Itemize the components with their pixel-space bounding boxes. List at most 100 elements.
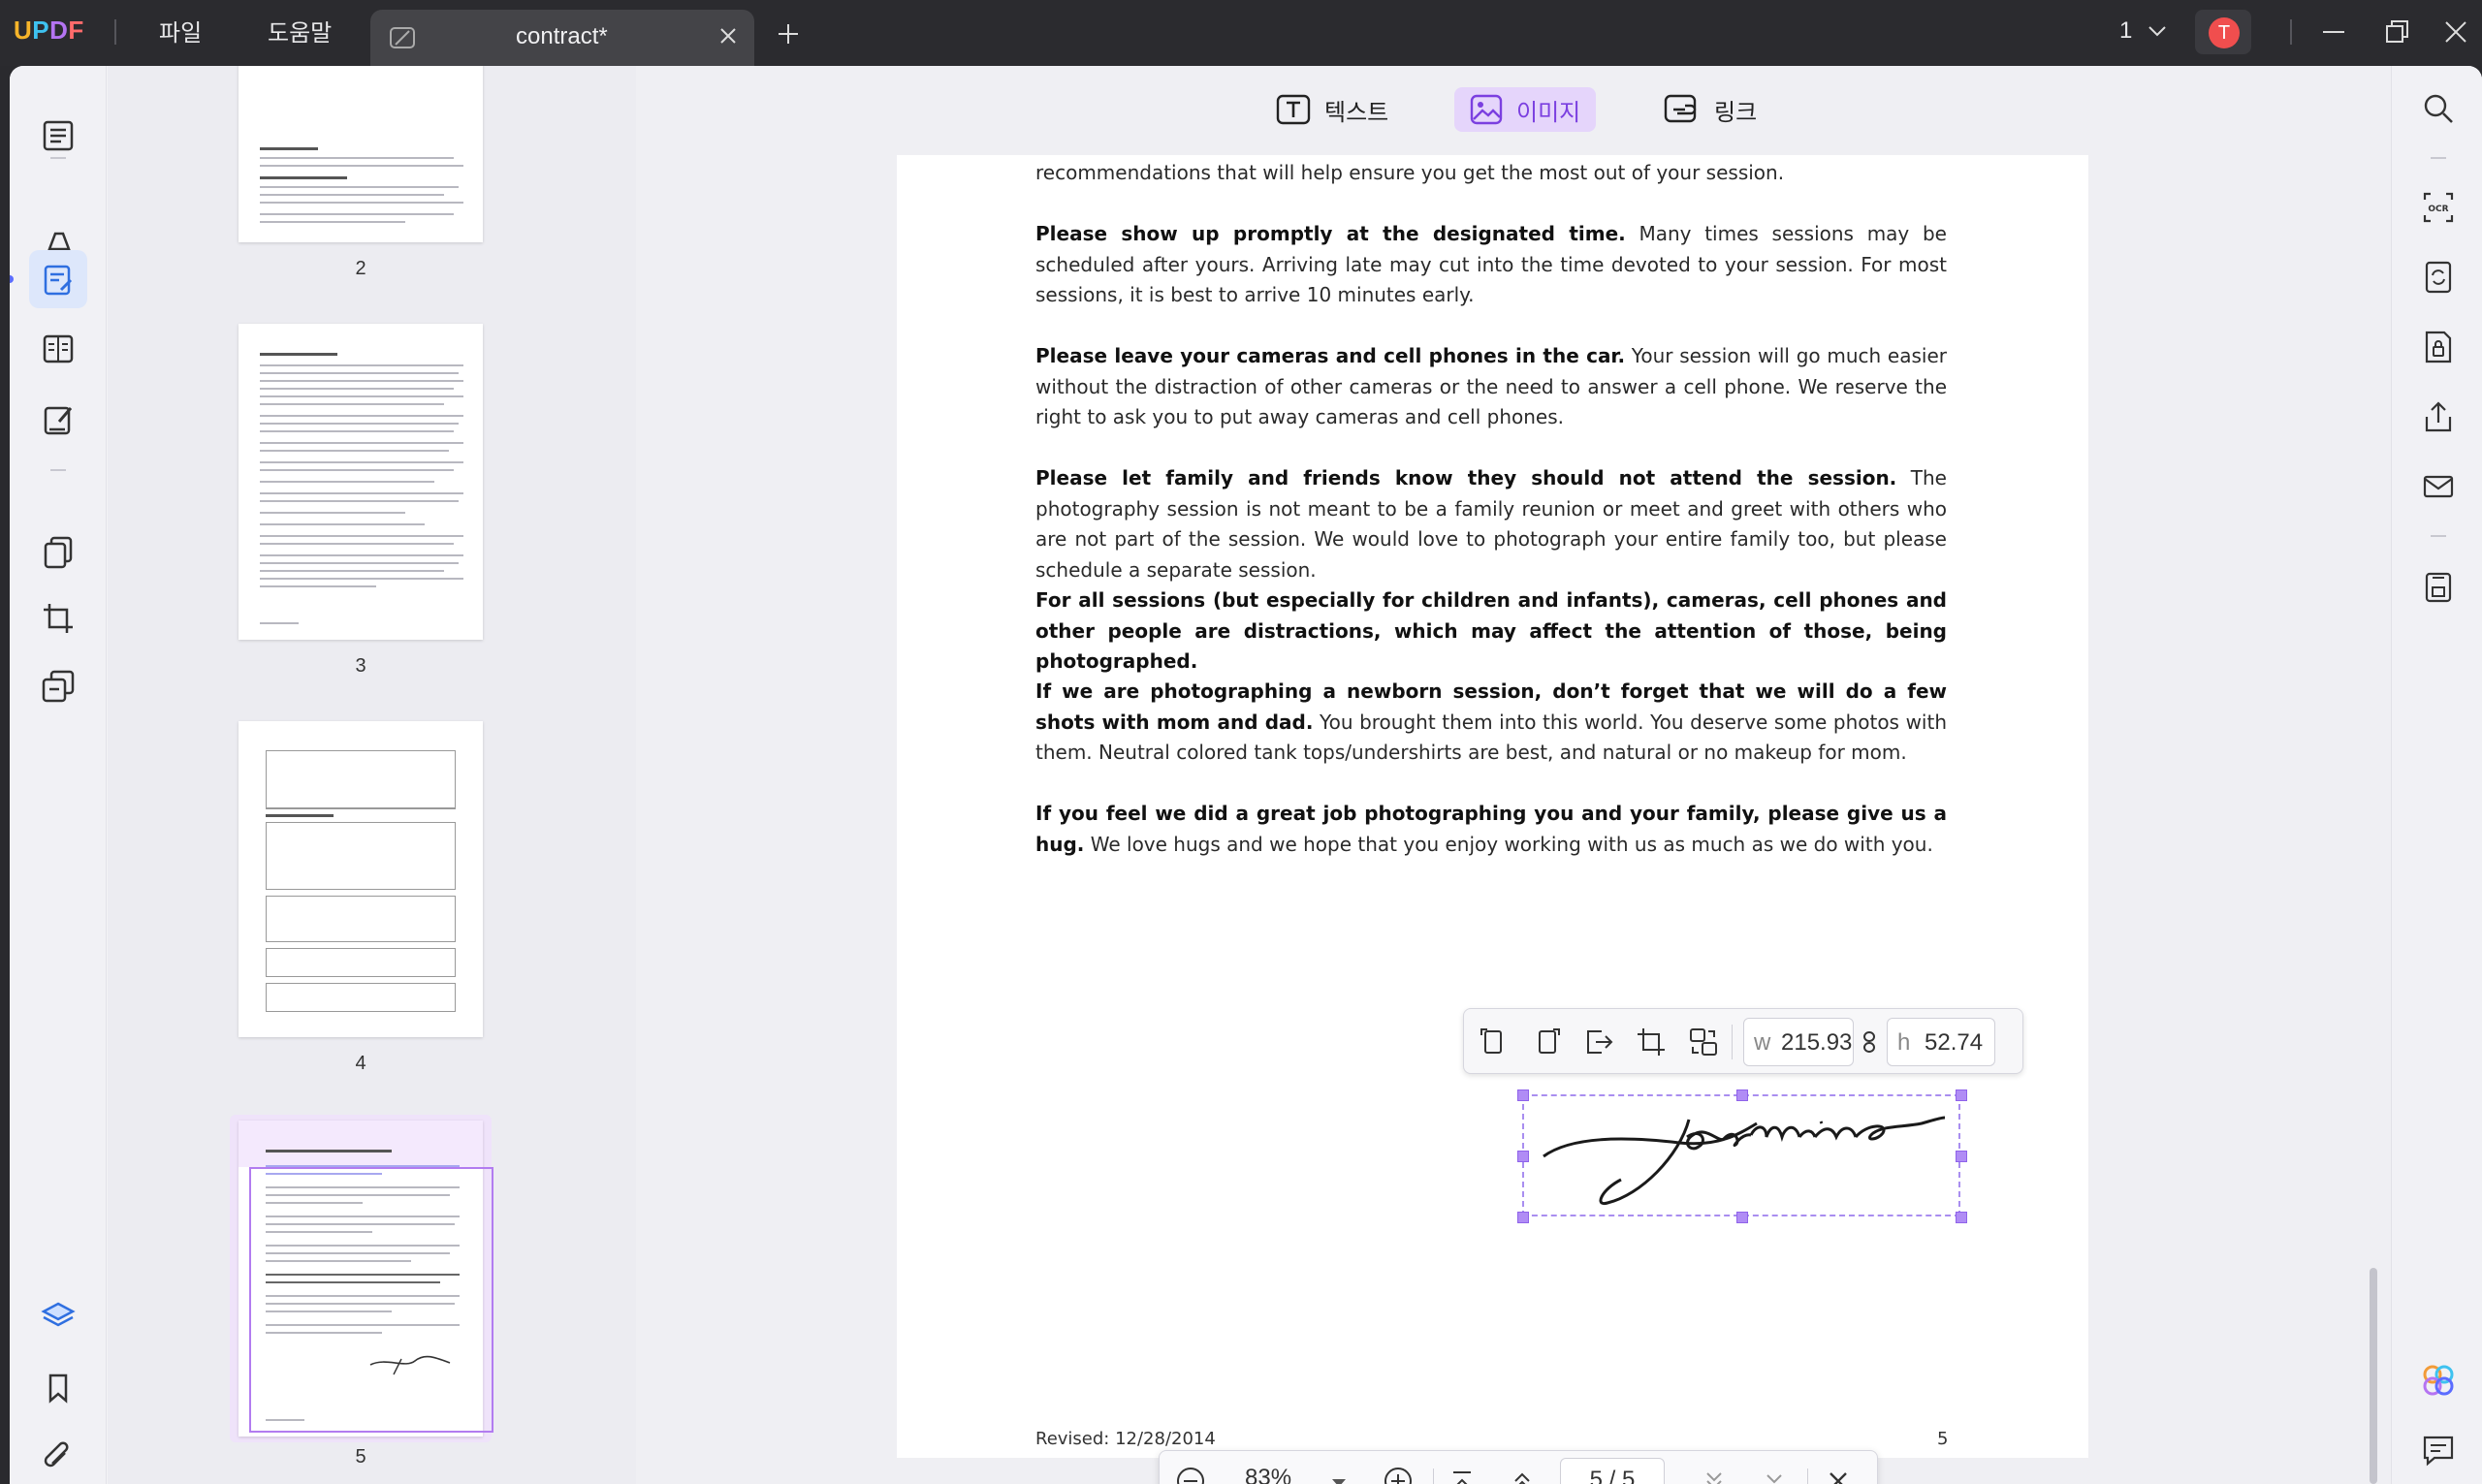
restore-icon[interactable]	[2383, 17, 2412, 50]
add-image-button[interactable]: 이미지	[1454, 87, 1597, 132]
form-button[interactable]	[29, 390, 87, 448]
resize-handle[interactable]	[1517, 1089, 1529, 1101]
svg-text:OCR: OCR	[2428, 205, 2448, 214]
user-avatar-button[interactable]: T	[2195, 10, 2251, 54]
layers-button[interactable]	[29, 1287, 87, 1345]
ocr-icon[interactable]: OCR	[2419, 188, 2458, 227]
convert-icon[interactable]	[2419, 258, 2458, 297]
window-count[interactable]: 1	[2119, 17, 2132, 45]
resize-handle[interactable]	[1956, 1151, 1967, 1162]
rotate-left-icon[interactable]	[1478, 1026, 1511, 1062]
thumbnail-number: 5	[355, 1446, 366, 1468]
close-window-icon[interactable]	[2441, 17, 2470, 50]
thumbnail-page[interactable]	[239, 66, 483, 242]
lock-aspect-icon[interactable]	[1860, 1026, 1879, 1062]
paperclip-icon	[44, 1441, 69, 1468]
minimize-icon[interactable]	[2319, 17, 2348, 50]
zoom-level[interactable]: 83%	[1245, 1465, 1291, 1484]
chevron-down-icon[interactable]	[2147, 23, 2168, 42]
edit-mode-button[interactable]	[29, 250, 87, 308]
add-tab-icon[interactable]	[776, 21, 801, 50]
title-separator	[114, 19, 116, 45]
close-tab-icon[interactable]	[717, 25, 739, 50]
width-field[interactable]: w 215.93	[1743, 1018, 1854, 1066]
signature-thumbnail-icon	[369, 1355, 451, 1375]
attachments-button[interactable]	[29, 1429, 87, 1484]
height-label: h	[1897, 1029, 1911, 1056]
paragraph-heading: Please let family and friends know they …	[1035, 466, 1897, 489]
reader-mode-button[interactable]	[29, 107, 87, 165]
footer-page-number: 5	[1937, 1429, 1949, 1449]
title-separator	[2290, 19, 2292, 45]
vertical-scrollbar[interactable]	[2370, 1268, 2377, 1484]
bookmark-icon	[48, 1373, 68, 1404]
main-frame: 2 3 4 5 텍스트 이미지 링크 recommendations that …	[10, 66, 2482, 1484]
extract-image-icon[interactable]	[1582, 1026, 1615, 1062]
crop-icon[interactable]	[1635, 1026, 1668, 1062]
comments-icon[interactable]	[2419, 1431, 2458, 1469]
zoom-in-icon[interactable]	[1383, 1466, 1414, 1484]
resize-handle[interactable]	[1736, 1089, 1748, 1101]
paragraph: If we are photographing a newborn sessio…	[1035, 677, 1947, 769]
save-icon[interactable]	[2419, 568, 2458, 607]
next-page-icon[interactable]	[1699, 1466, 1730, 1484]
share-icon[interactable]	[2419, 397, 2458, 436]
add-text-label: 텍스트	[1324, 98, 1389, 126]
menu-file[interactable]: 파일	[159, 14, 202, 47]
form-edit-icon	[44, 406, 73, 435]
crop-button[interactable]	[29, 589, 87, 647]
paragraph: For all sessions (but especially for chi…	[1035, 585, 1947, 678]
first-page-icon[interactable]	[1447, 1466, 1478, 1484]
selected-signature-image[interactable]	[1517, 1089, 1967, 1223]
resize-handle[interactable]	[1517, 1212, 1529, 1223]
page-tools-button[interactable]	[29, 523, 87, 582]
height-field[interactable]: h 52.74	[1887, 1018, 1995, 1066]
replace-image-icon[interactable]	[1687, 1026, 1720, 1062]
zoom-dropdown-icon[interactable]	[1330, 1474, 1348, 1484]
paragraph: Please show up promptly at the designate…	[1035, 219, 1947, 311]
add-text-button[interactable]: 텍스트	[1260, 87, 1404, 132]
resize-handle[interactable]	[1517, 1151, 1529, 1162]
zoom-out-icon[interactable]	[1175, 1466, 1206, 1484]
paragraph: Please let family and friends know they …	[1035, 463, 1947, 585]
bookmarks-button[interactable]	[29, 1359, 87, 1417]
close-navigation-icon[interactable]	[1823, 1466, 1854, 1484]
organize-pages-button[interactable]	[29, 320, 87, 378]
tab-title: contract*	[516, 23, 608, 49]
avatar: T	[2209, 17, 2240, 48]
protect-button[interactable]	[29, 657, 87, 715]
paragraph-heading: Please leave your cameras and cell phone…	[1035, 344, 1626, 367]
thumbnail-number: 2	[355, 258, 366, 279]
ai-assistant-icon[interactable]	[2419, 1361, 2458, 1400]
thumbnail-number: 4	[355, 1053, 366, 1074]
rotate-right-icon[interactable]	[1530, 1026, 1563, 1062]
app-logo: UPDF	[14, 16, 84, 45]
crop-icon	[44, 604, 73, 633]
paragraph: Please leave your cameras and cell phone…	[1035, 341, 1947, 433]
add-link-label: 링크	[1714, 98, 1758, 126]
text-tool-icon	[1276, 94, 1311, 125]
page-number-input[interactable]: 5 / 5	[1560, 1458, 1665, 1484]
resize-handle[interactable]	[1956, 1212, 1967, 1223]
thumbnail-page[interactable]	[239, 324, 483, 640]
previous-page-icon[interactable]	[1507, 1466, 1538, 1484]
thumbnail-page-selected[interactable]	[239, 1121, 483, 1437]
last-page-icon[interactable]	[1759, 1466, 1790, 1484]
add-image-label: 이미지	[1516, 98, 1581, 126]
email-icon[interactable]	[2419, 467, 2458, 506]
image-edit-toolbar: w 215.93 h 52.74	[1463, 1008, 2023, 1074]
thumbnail-page[interactable]	[239, 721, 483, 1037]
resize-handle[interactable]	[1956, 1089, 1967, 1101]
search-icon[interactable]	[2419, 89, 2458, 128]
paragraph-heading: For all sessions (but especially for chi…	[1035, 588, 1947, 673]
paragraph-heading: Please show up promptly at the designate…	[1035, 222, 1626, 245]
signature-image	[1543, 1116, 1946, 1206]
link-tool-icon	[1664, 94, 1697, 123]
pages-icon	[43, 334, 74, 363]
resize-handle[interactable]	[1736, 1212, 1748, 1223]
protect-pdf-icon[interactable]	[2419, 328, 2458, 366]
document-tab[interactable]: contract*	[370, 10, 754, 66]
edit-toolbar: 텍스트 이미지 링크	[636, 66, 2391, 155]
menu-help[interactable]: 도움말	[268, 14, 332, 47]
add-link-button[interactable]: 링크	[1648, 87, 1772, 132]
